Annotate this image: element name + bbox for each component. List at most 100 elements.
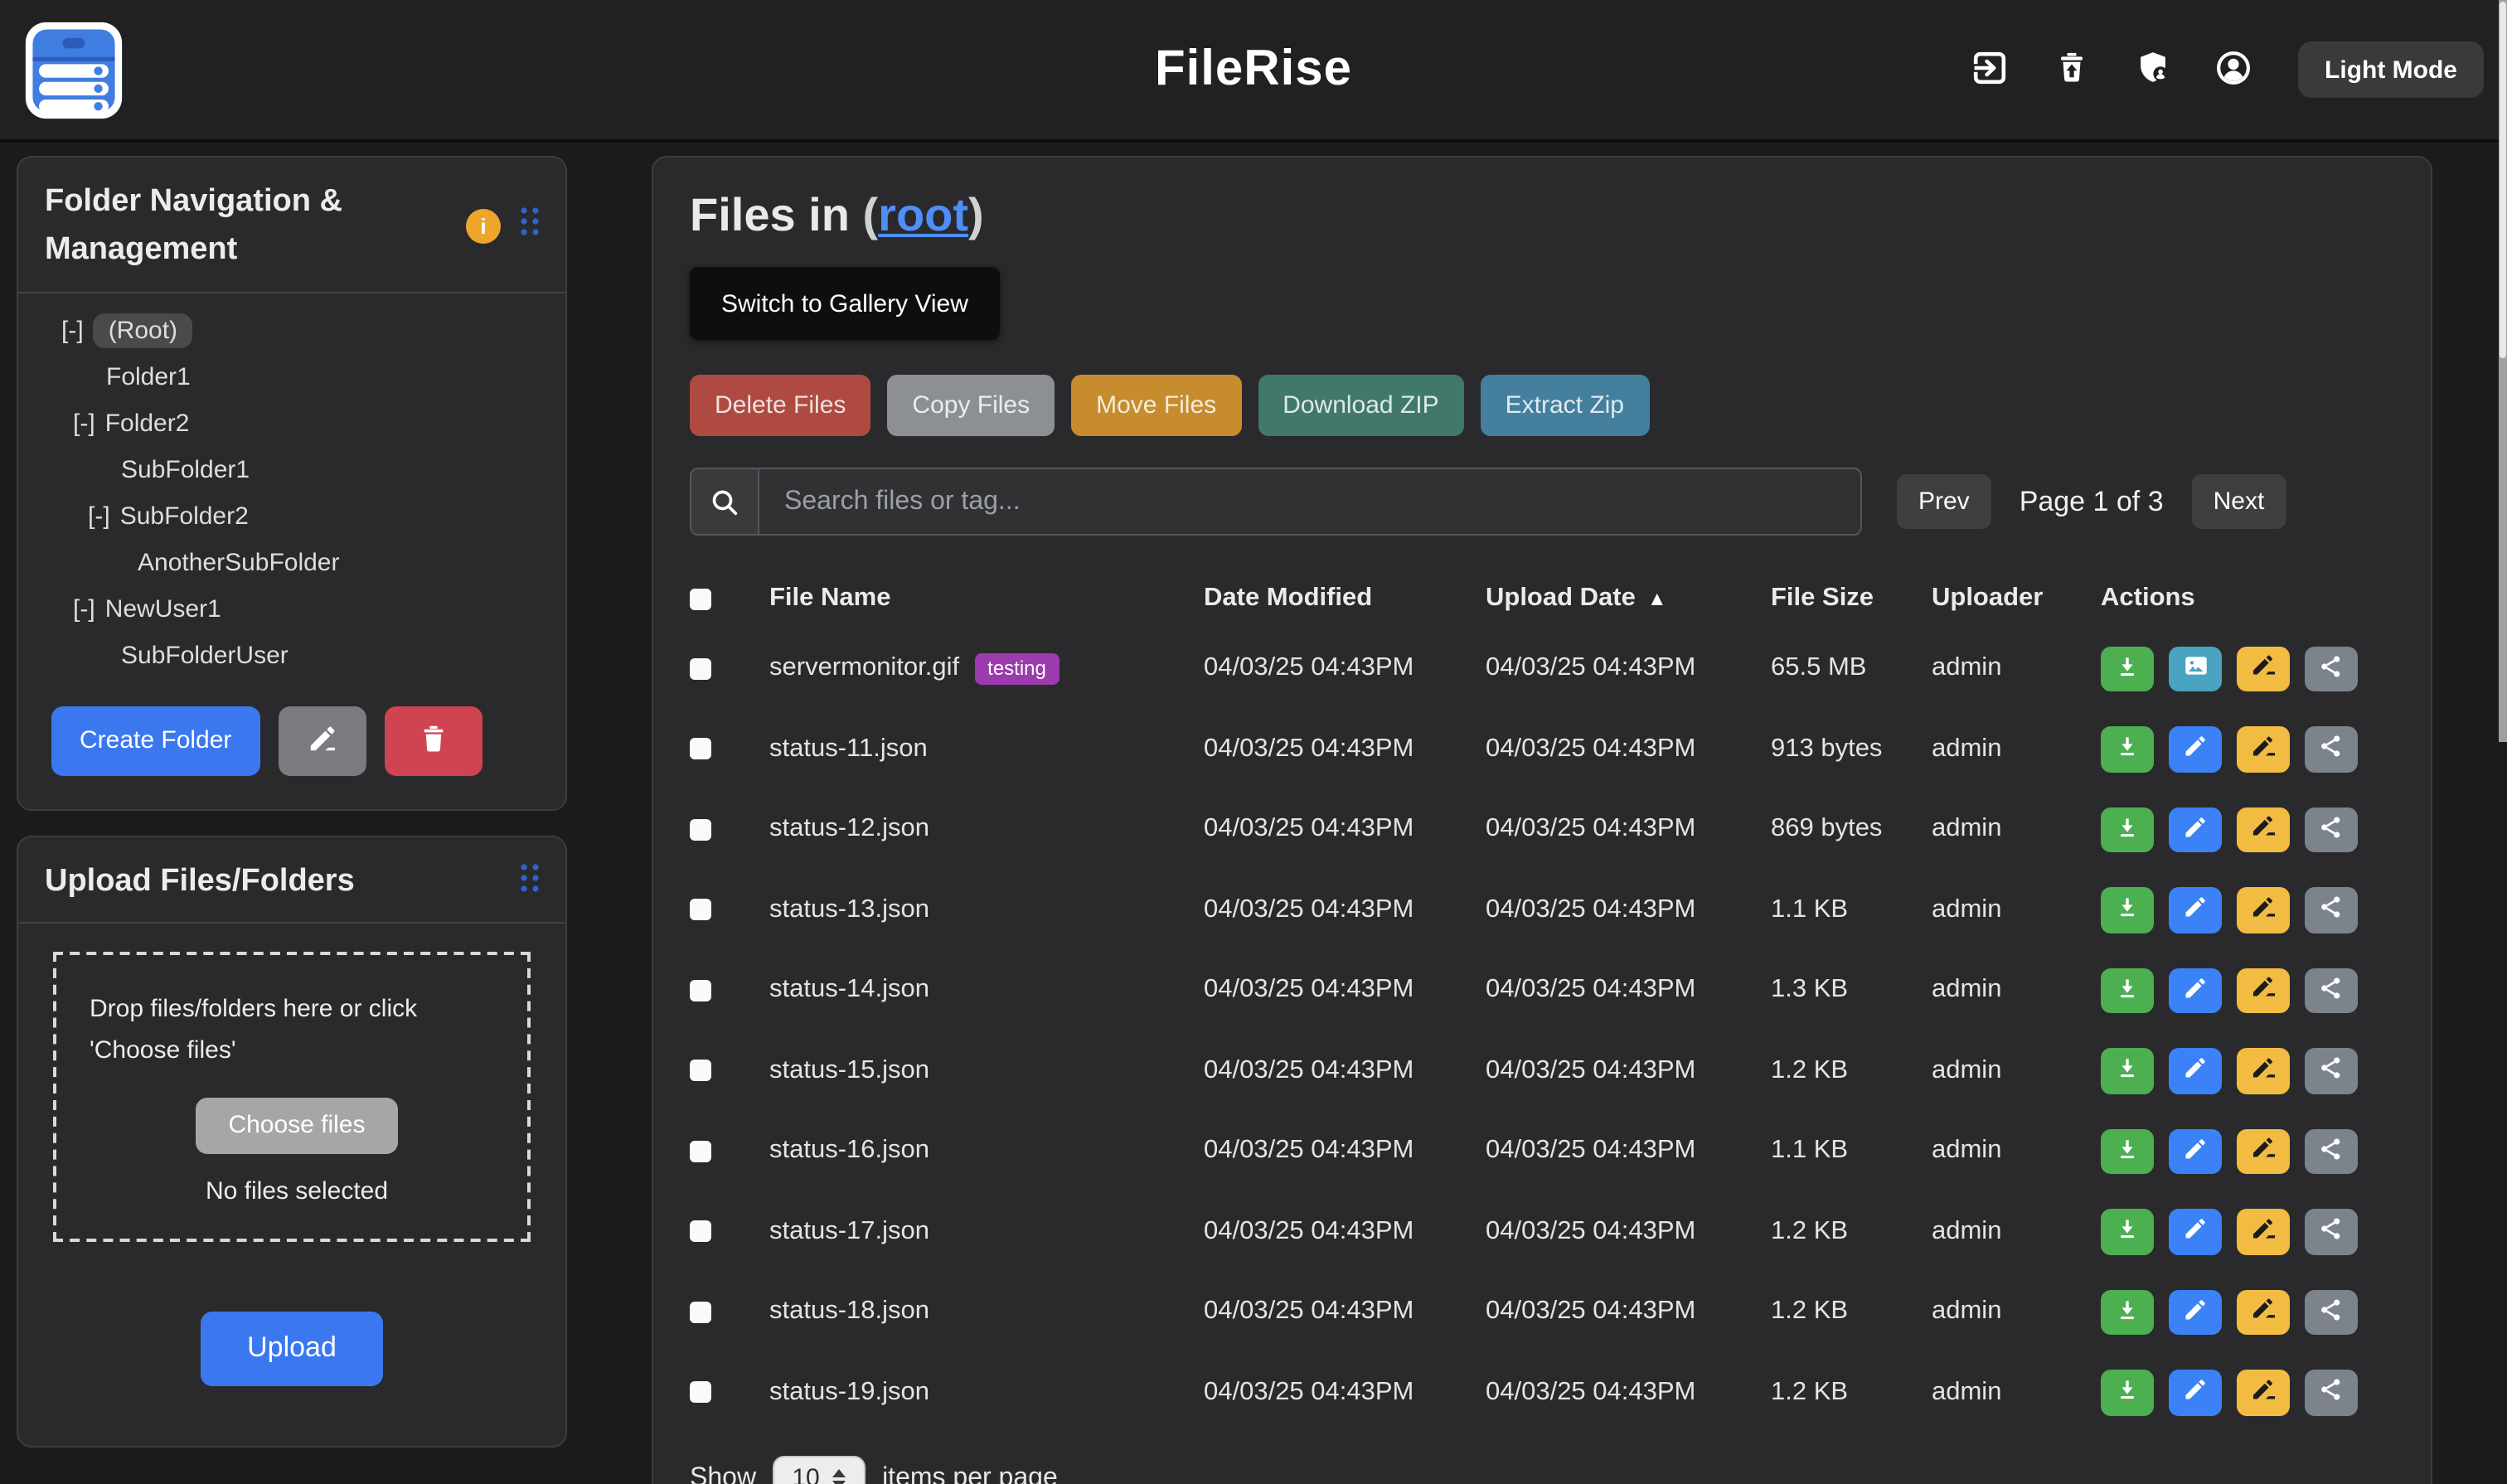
edit-tag-button[interactable]: [2237, 726, 2290, 772]
share-button[interactable]: [2305, 1209, 2358, 1254]
download-button[interactable]: [2101, 1209, 2154, 1254]
download-button[interactable]: [2101, 887, 2154, 933]
row-checkbox[interactable]: [690, 980, 711, 1001]
column-header-date-modified[interactable]: Date Modified: [1204, 584, 1486, 613]
share-button[interactable]: [2305, 968, 2358, 1013]
download-button[interactable]: [2101, 726, 2154, 772]
create-folder-button[interactable]: Create Folder: [51, 706, 259, 776]
share-button[interactable]: [2305, 1370, 2358, 1415]
tree-item-label[interactable]: Folder2: [105, 410, 190, 439]
edit-tag-button[interactable]: [2237, 807, 2290, 852]
folder-tree-item[interactable]: Folder1: [18, 355, 552, 401]
row-checkbox[interactable]: [690, 739, 711, 760]
edit-tag-button[interactable]: [2237, 1048, 2290, 1094]
share-button[interactable]: [2305, 1289, 2358, 1335]
edit-tag-button[interactable]: [2237, 887, 2290, 933]
file-name[interactable]: servermonitor.gif: [769, 654, 959, 684]
account-button[interactable]: [2212, 48, 2255, 91]
shield-user-button[interactable]: [2131, 48, 2174, 91]
folder-tree-item[interactable]: AnotherSubFolder: [18, 541, 552, 587]
next-page-button[interactable]: Next: [2192, 474, 2286, 529]
bulk-action-button[interactable]: Download ZIP: [1258, 375, 1463, 436]
share-button[interactable]: [2305, 726, 2358, 772]
tree-toggle[interactable]: [-]: [73, 596, 95, 624]
scrollbar-thumb[interactable]: [2500, 2, 2506, 358]
file-name[interactable]: status-19.json: [769, 1378, 929, 1408]
column-header-file-size[interactable]: File Size: [1771, 584, 1932, 613]
edit-tag-button[interactable]: [2237, 646, 2290, 691]
folder-tree-item[interactable]: [-] Folder2: [18, 401, 552, 448]
column-header-upload-date[interactable]: Upload Date▲: [1486, 584, 1771, 613]
items-per-page-select[interactable]: 10: [773, 1456, 866, 1484]
download-button[interactable]: [2101, 1128, 2154, 1174]
edit-file-button[interactable]: [2169, 1209, 2222, 1254]
folder-tree-item[interactable]: SubFolder1: [18, 448, 552, 494]
tree-item-label[interactable]: Folder1: [106, 364, 191, 392]
info-icon[interactable]: i: [466, 209, 501, 244]
tree-item-label[interactable]: SubFolderUser: [121, 643, 289, 671]
switch-gallery-view-button[interactable]: Switch to Gallery View: [690, 267, 1000, 340]
bulk-action-button[interactable]: Move Files: [1071, 375, 1241, 436]
edit-file-button[interactable]: [2169, 807, 2222, 852]
prev-page-button[interactable]: Prev: [1897, 474, 1991, 529]
folder-tree-item[interactable]: [-] (Root): [18, 308, 552, 355]
bulk-action-button[interactable]: Delete Files: [690, 375, 870, 436]
share-button[interactable]: [2305, 807, 2358, 852]
rename-folder-button[interactable]: [278, 706, 366, 776]
file-name[interactable]: status-11.json: [769, 735, 928, 764]
tree-item-label[interactable]: (Root): [94, 314, 192, 349]
file-name[interactable]: status-17.json: [769, 1217, 929, 1247]
column-header-uploader[interactable]: Uploader: [1932, 584, 2101, 613]
folder-tree-item[interactable]: [-] NewUser1: [18, 587, 552, 633]
edit-file-button[interactable]: [2169, 968, 2222, 1013]
row-checkbox[interactable]: [690, 1302, 711, 1323]
folder-tree-item[interactable]: [-] SubFolder2: [18, 494, 552, 541]
row-checkbox[interactable]: [690, 1221, 711, 1243]
row-checkbox[interactable]: [690, 900, 711, 921]
download-button[interactable]: [2101, 807, 2154, 852]
edit-tag-button[interactable]: [2237, 1128, 2290, 1174]
tree-item-label[interactable]: NewUser1: [105, 596, 221, 624]
root-folder-link[interactable]: root: [878, 189, 968, 240]
edit-file-button[interactable]: [2169, 1370, 2222, 1415]
tree-toggle[interactable]: [-]: [61, 318, 84, 346]
folder-tree-item[interactable]: SubFolderUser: [18, 633, 552, 680]
file-name[interactable]: status-18.json: [769, 1297, 929, 1327]
edit-file-button[interactable]: [2169, 1048, 2222, 1094]
share-button[interactable]: [2305, 1048, 2358, 1094]
preview-image-button[interactable]: [2169, 646, 2222, 691]
delete-folder-button[interactable]: [384, 706, 482, 776]
edit-file-button[interactable]: [2169, 726, 2222, 772]
share-button[interactable]: [2305, 1128, 2358, 1174]
column-header-file-name[interactable]: File Name: [769, 584, 1204, 613]
row-checkbox[interactable]: [690, 1382, 711, 1404]
download-button[interactable]: [2101, 1370, 2154, 1415]
download-button[interactable]: [2101, 1289, 2154, 1335]
download-button[interactable]: [2101, 968, 2154, 1013]
tree-item-label[interactable]: SubFolder1: [121, 457, 250, 485]
bulk-action-button[interactable]: Extract Zip: [1481, 375, 1649, 436]
light-mode-toggle-button[interactable]: Light Mode: [2298, 41, 2484, 98]
file-name[interactable]: status-15.json: [769, 1056, 929, 1086]
tree-item-label[interactable]: SubFolder2: [120, 503, 249, 531]
edit-tag-button[interactable]: [2237, 968, 2290, 1013]
row-checkbox[interactable]: [690, 1141, 711, 1162]
row-checkbox[interactable]: [690, 1060, 711, 1082]
file-name[interactable]: status-13.json: [769, 895, 929, 925]
drag-handle-icon[interactable]: [519, 861, 541, 901]
tree-item-label[interactable]: AnotherSubFolder: [138, 550, 340, 578]
bulk-action-button[interactable]: Copy Files: [887, 375, 1055, 436]
upload-button[interactable]: Upload: [201, 1312, 383, 1386]
trash-restore-button[interactable]: [2049, 48, 2092, 91]
edit-tag-button[interactable]: [2237, 1209, 2290, 1254]
edit-tag-button[interactable]: [2237, 1370, 2290, 1415]
select-all-checkbox[interactable]: [690, 588, 711, 609]
drag-handle-icon[interactable]: [519, 206, 541, 246]
page-scrollbar[interactable]: [2499, 0, 2507, 742]
download-button[interactable]: [2101, 646, 2154, 691]
tree-toggle[interactable]: [-]: [88, 503, 110, 531]
search-input[interactable]: [758, 468, 1862, 536]
tree-toggle[interactable]: [-]: [73, 410, 95, 439]
file-name[interactable]: status-16.json: [769, 1137, 929, 1166]
download-button[interactable]: [2101, 1048, 2154, 1094]
